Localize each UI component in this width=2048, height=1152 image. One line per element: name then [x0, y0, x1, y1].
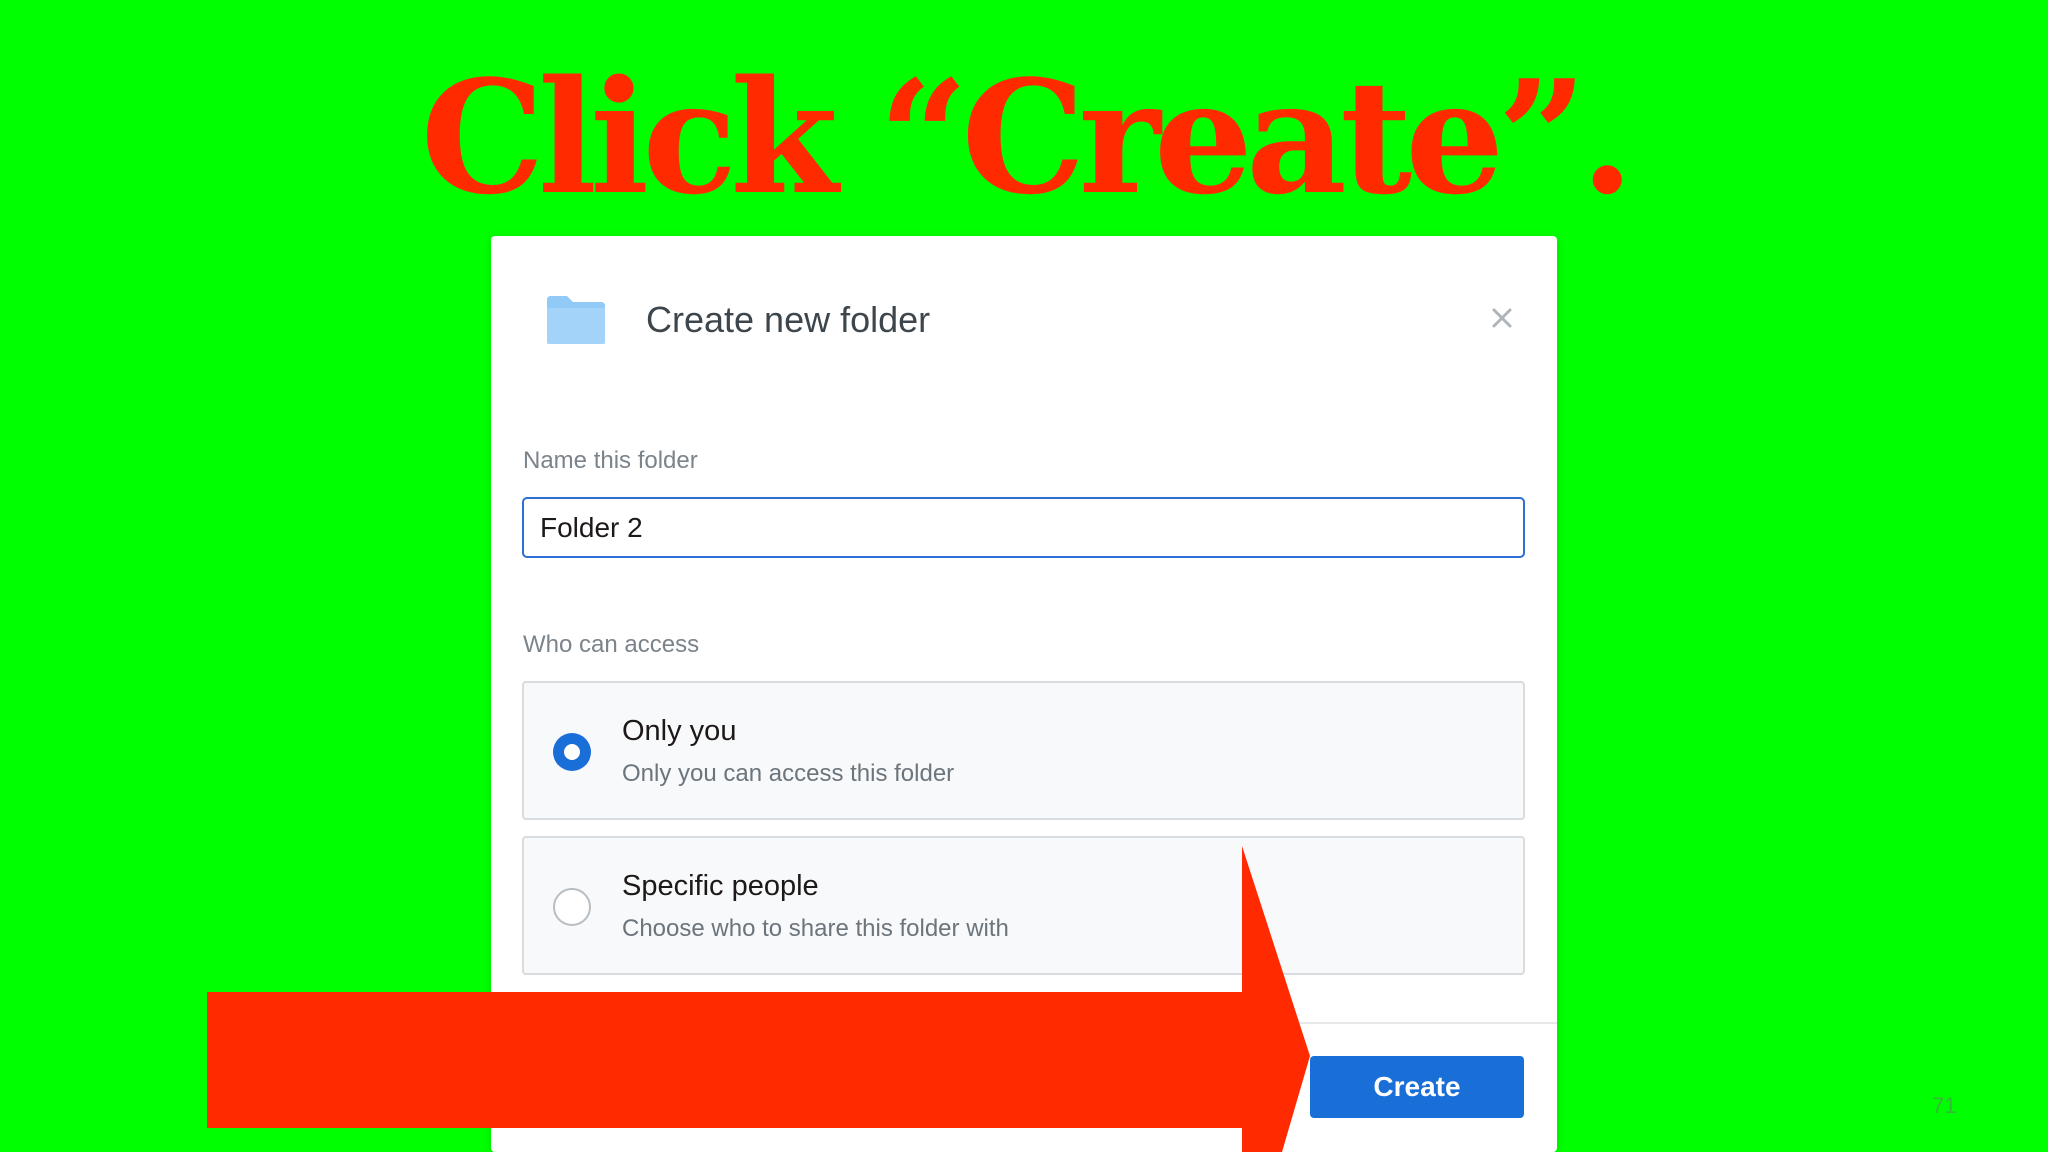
close-icon[interactable]: [1486, 302, 1518, 334]
access-field-label: Who can access: [523, 631, 700, 658]
radio-only-you-selected[interactable]: [553, 733, 591, 771]
option-title-only-you: Only you: [622, 715, 737, 747]
arrow-annotation: [207, 846, 1310, 1152]
folder-icon: [547, 296, 605, 344]
instruction-headline: Click “Create”.: [420, 46, 1635, 229]
access-option-only-you[interactable]: Only you Only you can access this folder: [522, 681, 1525, 820]
slide-number: 71: [1932, 1093, 1957, 1118]
name-field-label: Name this folder: [523, 447, 698, 474]
option-description-only-you: Only you can access this folder: [622, 760, 955, 787]
folder-name-input[interactable]: [522, 497, 1525, 558]
create-button[interactable]: Create: [1310, 1056, 1524, 1118]
dialog-title: Create new folder: [646, 299, 931, 340]
